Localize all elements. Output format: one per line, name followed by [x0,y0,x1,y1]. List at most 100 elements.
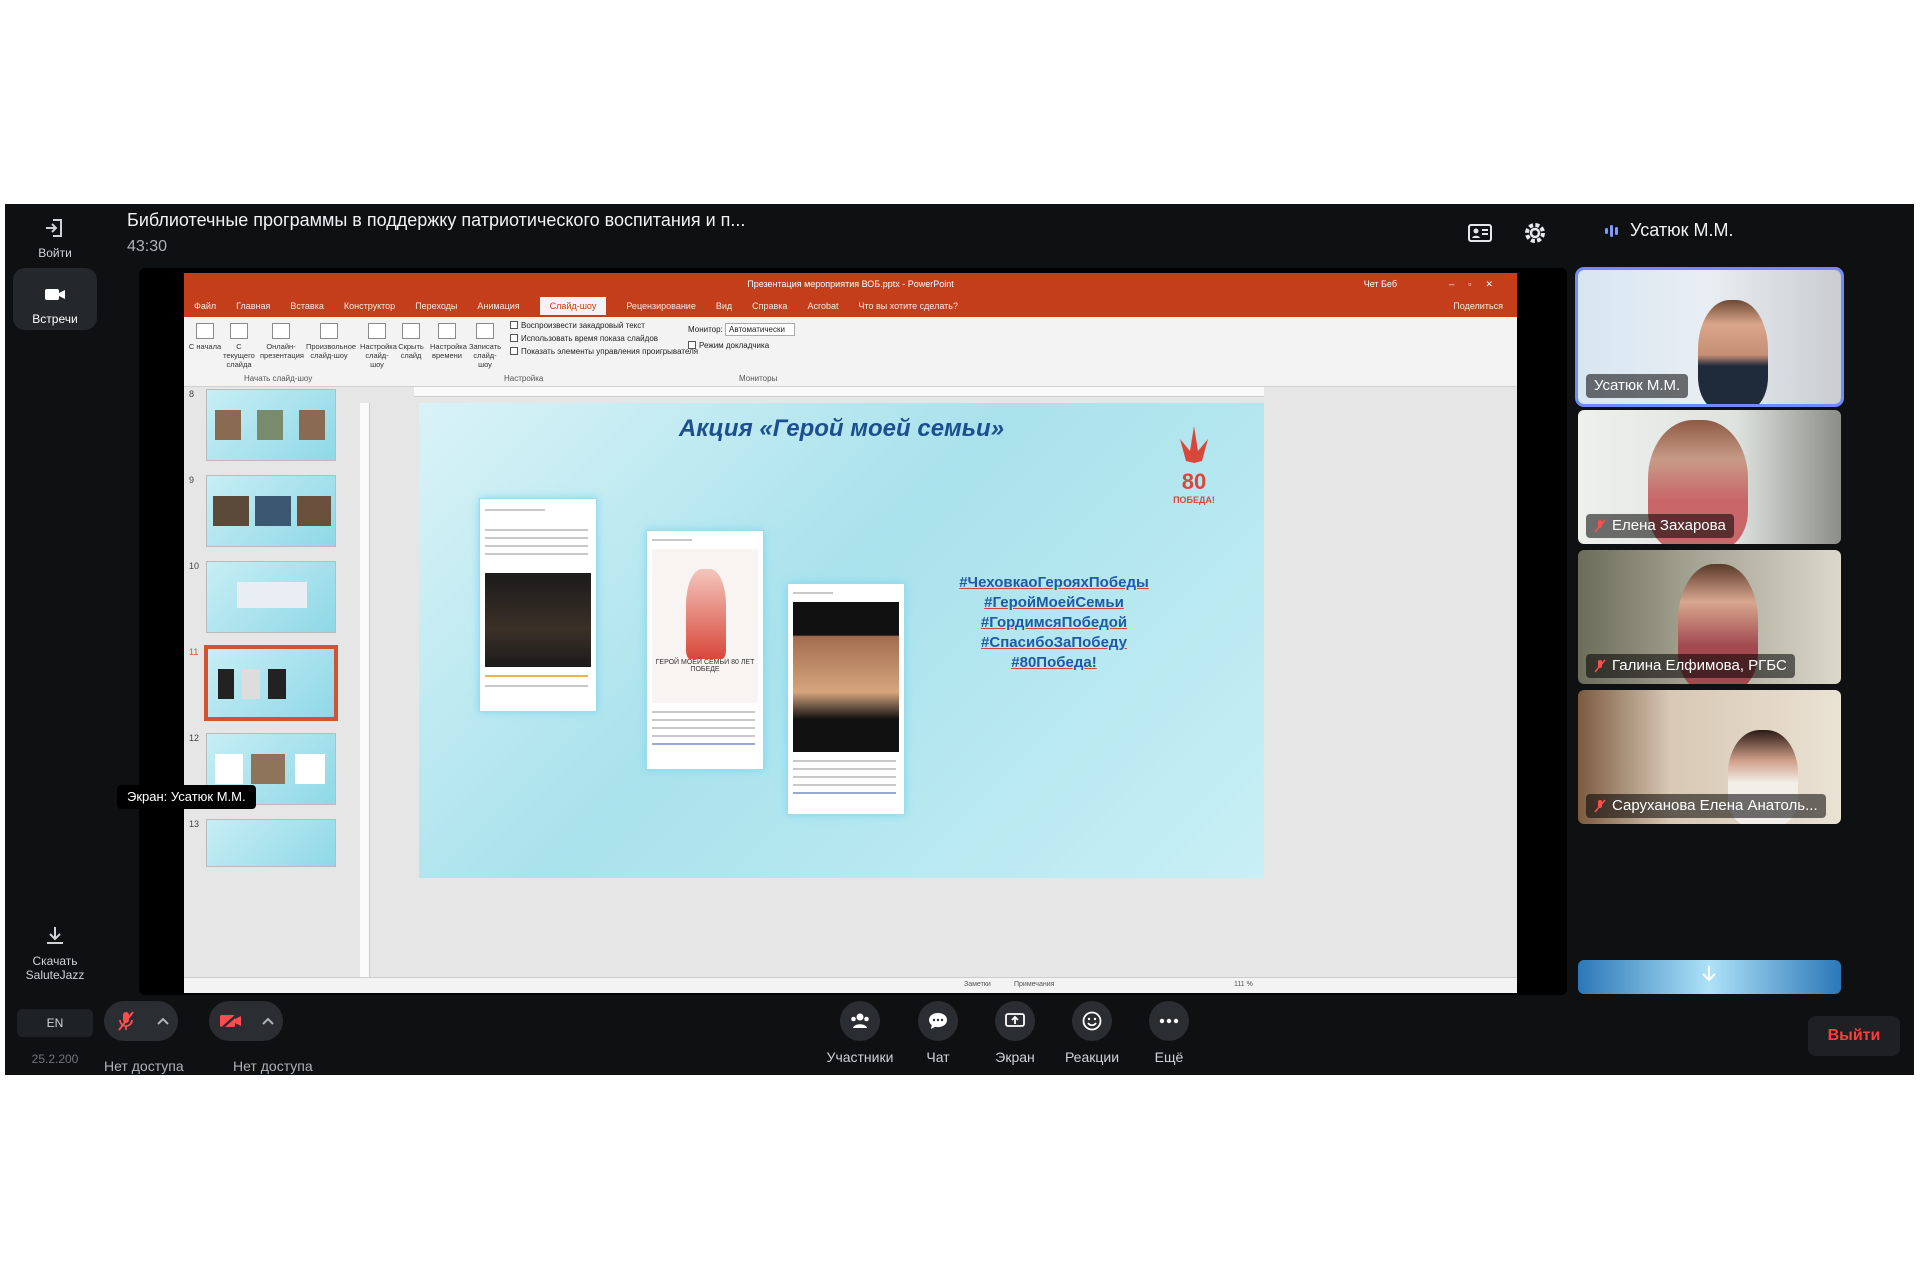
microphone-button[interactable] [104,1001,148,1041]
post-caption: ГЕРОЙ МОЕЙ СЕМЬИ 80 ЛЕТ ПОБЕДЕ [655,659,755,673]
from-start-button[interactable]: С начала [188,323,222,351]
download-icon [47,927,63,944]
hashtag: #СпасибоЗаПобеду [981,634,1127,651]
leave-call-button[interactable]: Выйти [1808,1016,1900,1056]
group-setup-label: Настройка [504,374,544,383]
camera-control[interactable] [209,1001,283,1041]
chevron-up-icon [262,1017,274,1025]
social-post-screenshot [787,583,905,815]
group-monitors-label: Мониторы [739,374,778,383]
comments-button[interactable]: Примечания [1014,981,1054,988]
presenter-view-checkbox[interactable]: Режим докладчика [688,341,769,350]
download-app-button[interactable]: Скачать SaluteJazz [13,924,97,986]
thumb-number: 8 [189,389,195,399]
notes-button[interactable]: Заметки [964,981,991,988]
from-current-button[interactable]: С текущего слайда [222,323,256,369]
tab-help[interactable]: Справка [752,301,787,311]
download-label-1: Скачать [32,954,78,968]
login-label: Войти [38,246,72,260]
smile-icon [1082,1011,1102,1031]
meetings-button[interactable]: Встречи [13,268,97,330]
tab-view[interactable]: Вид [716,301,732,311]
record-button[interactable]: Записать слайд-шоу [468,323,502,369]
hashtag: #ЧеховкаоГерояхПобеды [959,574,1149,591]
active-speaker-name: Усатюк М.М. [1630,220,1734,240]
slide-canvas: Акция «Герой моей семьи» 80 ПОБЕДА! ГЕРО… [419,403,1264,878]
slide-thumbnail[interactable] [206,475,336,547]
more-participants-tile[interactable] [1578,960,1841,994]
meeting-title: Библиотечные программы в поддержку патри… [127,210,746,230]
app-version: 25.2.200 [31,1052,79,1066]
screen-share-icon [1005,1013,1025,1027]
ppt-window-title: Презентация мероприятия ВОБ.pptx - Power… [747,279,954,289]
timings-checkbox[interactable]: Использовать время показа слайдов [510,334,658,343]
zoom-level[interactable]: 111 % [1234,981,1253,988]
participants-icon [851,1013,869,1028]
login-button[interactable]: Войти [13,216,97,264]
monitor-select[interactable]: Монитор: Автоматически [688,323,796,336]
login-icon [46,219,62,237]
slide-hashtags: #ЧеховкаоГерояхПобеды #ГеройМоейСемьи #Г… [919,573,1189,673]
custom-show-button[interactable]: Произвольное слайд-шоу [306,323,356,360]
tab-transitions[interactable]: Переходы [415,301,457,311]
hide-slide-button[interactable]: Скрыть слайд [394,323,428,360]
microphone-options-button[interactable] [148,1001,178,1041]
vertical-ruler [360,403,370,983]
tab-review[interactable]: Рецензирование [626,301,696,311]
tab-design[interactable]: Конструктор [344,301,395,311]
mic-muted-icon [1594,799,1606,813]
thumb-number-selected: 11 [189,647,199,657]
participant-tile[interactable]: Елена Захарова [1578,410,1841,544]
camera-options-button[interactable] [253,1001,283,1041]
shared-screen: Презентация мероприятия ВОБ.pptx - Power… [139,268,1567,995]
left-rail: Войти Встречи Скачать SaluteJazz EN 25.2… [5,204,105,1075]
online-present-button[interactable]: Онлайн-презентация [260,323,304,360]
rehearse-button[interactable]: Настройка времени [430,323,467,360]
camera-button[interactable] [209,1001,253,1041]
settings-gear-icon[interactable] [1520,218,1550,248]
arrow-down-icon [1702,966,1716,982]
slide-thumbnail[interactable] [206,389,336,461]
svg-text:80: 80 [1182,469,1206,494]
controls-checkbox[interactable]: Показать элементы управления проигрывате… [510,347,698,356]
tab-file[interactable]: Файл [194,301,216,311]
ppt-statusbar: Заметки Примечания 111 % [184,977,1517,993]
slide-title: Акция «Герой моей семьи» [678,415,1005,442]
tab-insert[interactable]: Вставка [290,301,323,311]
tab-home[interactable]: Главная [236,301,270,311]
svg-text:ПОБЕДА!: ПОБЕДА! [1173,495,1215,505]
participant-tile[interactable]: Усатюк М.М. [1575,267,1844,407]
chat-icon [929,1013,947,1029]
tab-animations[interactable]: Анимация [477,301,519,311]
camera-icon [45,289,65,300]
participant-name: Галина Елфимова, РГБС [1586,654,1795,678]
participant-name: Усатюк М.М. [1586,374,1689,398]
microphone-control[interactable] [104,1001,178,1041]
meetings-label: Встречи [32,312,78,326]
more-button[interactable]: Ещё [1124,1001,1214,1065]
participant-tile[interactable]: Саруханова Елена Анатоль... [1578,690,1841,824]
layout-toggle-icon[interactable] [1465,218,1495,248]
window-controls-icon[interactable]: –▫✕ [1449,273,1507,295]
tab-acrobat[interactable]: Acrobat [807,301,838,311]
chevron-up-icon [157,1017,169,1025]
language-switch[interactable]: EN [17,1009,93,1037]
share-button[interactable]: Поделиться [1453,301,1503,311]
slide-thumbnail[interactable] [206,561,336,633]
thumb-number: 9 [189,475,195,485]
narration-checkbox[interactable]: Воспроизвести закадровый текст [510,321,645,330]
reactions-label: Реакции [1064,1049,1120,1065]
participant-tile[interactable]: Галина Елфимова, РГБС [1578,550,1841,684]
more-label: Ещё [1154,1049,1184,1065]
tell-me-box[interactable]: Что вы хотите сделать? [858,301,958,311]
thumb-number: 12 [189,733,200,743]
slide-thumbnail-selected[interactable] [204,645,338,721]
slide-thumbnails: 8 9 10 11 12 13 [184,387,356,977]
setup-show-button[interactable]: Настройка слайд-шоу [360,323,397,369]
slide-thumbnail[interactable] [206,819,336,867]
powerpoint-window: Презентация мероприятия ВОБ.pptx - Power… [184,273,1517,993]
tab-slideshow[interactable]: Слайд-шоу [539,297,607,315]
screen-owner-label: Экран: Усатюк М.М. [117,785,256,809]
participants-button[interactable]: Участники [815,1001,905,1065]
video-call-window: Войти Встречи Скачать SaluteJazz EN 25.2… [5,204,1914,1075]
